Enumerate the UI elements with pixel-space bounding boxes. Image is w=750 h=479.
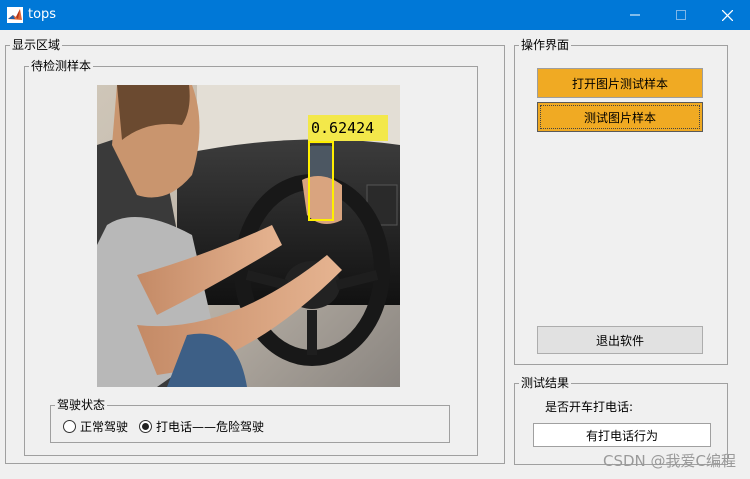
radio-label: 正常驾驶: [80, 420, 129, 434]
matlab-logo-icon: [7, 7, 23, 23]
result-output-field: 有打电话行为: [533, 423, 711, 447]
result-question: 是否开车打电话:: [545, 400, 634, 414]
minimize-button[interactable]: [612, 0, 658, 30]
close-button[interactable]: [704, 0, 750, 30]
test-result-legend: 测试结果: [519, 376, 572, 391]
display-area-panel: 显示区域 待检测样本 0.62424 驾驶状态 正常驾驶 打电话——危险驾驶: [5, 38, 505, 464]
radio-phone-danger[interactable]: 打电话——危险驾驶: [139, 418, 264, 435]
radio-circle[interactable]: [139, 420, 152, 433]
sample-panel-legend: 待检测样本: [29, 59, 94, 74]
csdn-watermark: CSDN @我爱C编程: [602, 452, 736, 470]
detection-score-label: 0.62424: [308, 115, 388, 141]
operations-panel: 操作界面 打开图片测试样本 测试图片样本 退出软件: [514, 38, 728, 365]
radio-normal-driving[interactable]: 正常驾驶: [63, 418, 128, 435]
exit-button[interactable]: 退出软件: [537, 326, 703, 354]
open-image-button[interactable]: 打开图片测试样本: [537, 68, 703, 98]
display-area-legend: 显示区域: [10, 38, 63, 53]
radio-label: 打电话——危险驾驶: [156, 420, 265, 434]
maximize-icon: [676, 10, 686, 20]
driving-state-legend: 驾驶状态: [55, 398, 108, 413]
test-image-button[interactable]: 测试图片样本: [537, 102, 703, 132]
close-icon: [721, 9, 733, 21]
detection-box: [308, 141, 334, 221]
minimize-icon: [630, 14, 640, 16]
driving-state-panel: 驾驶状态 正常驾驶 打电话——危险驾驶: [50, 398, 450, 443]
radio-circle[interactable]: [63, 420, 76, 433]
maximize-button[interactable]: [658, 0, 704, 30]
window-title: tops: [28, 7, 57, 22]
operations-legend: 操作界面: [519, 38, 572, 53]
title-bar[interactable]: tops: [0, 0, 750, 30]
